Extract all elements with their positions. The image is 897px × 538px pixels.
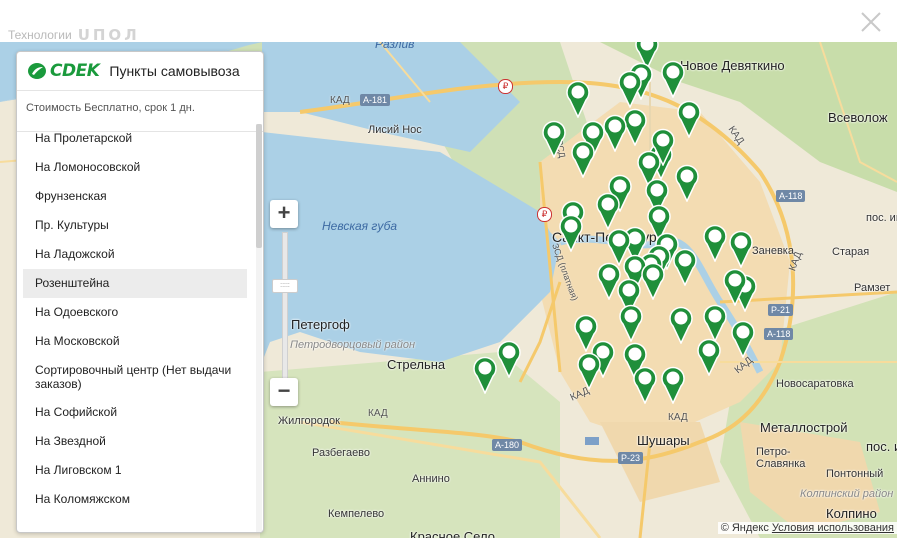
- map-label-annino: Аннино: [412, 473, 450, 485]
- pickup-point-pin-icon[interactable]: [496, 340, 522, 378]
- zoom-slider-handle[interactable]: :::::: [272, 278, 298, 293]
- pickup-point-item[interactable]: На Ладожской: [23, 240, 247, 269]
- panel-header: CDEK Пункты самовывоза: [17, 52, 263, 91]
- map-label-petro-slavyanka: Петро- Славянка: [756, 446, 806, 470]
- cdek-logo: CDEK: [27, 61, 100, 81]
- map-attribution: © Яндекс Условия использования: [717, 522, 897, 534]
- pickup-point-item[interactable]: Розенштейна: [23, 269, 247, 298]
- map-label-shushary: Шушары: [637, 433, 690, 448]
- map-label-novosaratovka: Новосаратовка: [776, 378, 854, 390]
- pickup-point-pin-icon[interactable]: [617, 70, 643, 108]
- pickup-point-pin-icon[interactable]: [676, 100, 702, 138]
- map-label-krasnoe-selo: Красное Село: [410, 529, 495, 538]
- map-label-zhilgorodok: Жилгородок: [278, 415, 340, 427]
- attribution-text: © Яндекс: [720, 522, 769, 534]
- map-label-metallostroy: Металлострой: [760, 420, 848, 435]
- road-shield: А-181: [360, 94, 391, 106]
- map-label-vsevolozhsk: Всеволож: [828, 110, 888, 125]
- pickup-point-item[interactable]: Пр. Культуры: [23, 211, 247, 240]
- pickup-point-pin-icon[interactable]: [632, 366, 658, 404]
- payment-point-icon: ₽: [498, 79, 513, 94]
- pickup-point-pin-icon[interactable]: [606, 228, 632, 266]
- pickup-point-pin-icon[interactable]: [702, 224, 728, 262]
- map-label-zanevka: Заневка: [752, 245, 794, 257]
- pickup-point-pin-icon[interactable]: [565, 80, 591, 118]
- pickup-point-pin-icon[interactable]: [702, 304, 728, 342]
- pickup-point-pin-icon[interactable]: [618, 304, 644, 342]
- cdek-leaf-icon: [28, 63, 46, 79]
- kad-label: КАД: [668, 412, 688, 423]
- list-scrollbar-thumb[interactable]: [256, 124, 262, 248]
- map-label-pos-im2: пос. им.: [866, 439, 897, 454]
- road-shield: А-118: [764, 328, 794, 340]
- map-label-razbegaevo: Разбегаево: [312, 447, 371, 459]
- road-shield: Р-23: [618, 452, 644, 464]
- pickup-point-item[interactable]: Фрунзенская: [23, 182, 247, 211]
- pickup-point-pin-icon[interactable]: [696, 338, 722, 376]
- map-label-razliv: Разлив: [375, 42, 415, 51]
- map-label-strelna: Стрельна: [387, 357, 446, 372]
- map-label-nevskaya-guba: Невская губа: [322, 219, 398, 233]
- map-label-kempelevo: Кемпелево: [328, 508, 385, 520]
- pickup-point-pin-icon[interactable]: [674, 164, 700, 202]
- payment-point-icon: ₽: [537, 207, 552, 222]
- pickup-point-item[interactable]: На Одоевского: [23, 298, 247, 327]
- pickup-points-panel: CDEK Пункты самовывоза Стоимость Бесплат…: [16, 51, 264, 533]
- zoom-out-button[interactable]: −: [270, 378, 298, 406]
- pickup-points-list[interactable]: На Пролетарской На Ломоносовской Фрунзенск…: [17, 124, 253, 532]
- pickup-point-pin-icon[interactable]: [472, 356, 498, 394]
- terms-link[interactable]: Условия использования: [772, 522, 894, 534]
- map-label-pontonniy: Понтонный: [826, 468, 884, 480]
- pickup-point-pin-icon[interactable]: [640, 262, 666, 300]
- map-label-lisiy-nos: Лисий Нос: [368, 124, 422, 136]
- pickup-point-item[interactable]: Сортировочный центр (Нет выдачи заказов): [23, 356, 247, 398]
- map-label-pos-im: пос. им: [866, 212, 897, 224]
- road-shield: Р-21: [768, 304, 794, 316]
- zoom-control: + ::::: −: [270, 200, 302, 406]
- cdek-wordmark: CDEK: [50, 61, 100, 81]
- map-label-petergof: Петергоф: [291, 317, 350, 332]
- pickup-point-item[interactable]: На Лиговском 1: [23, 456, 247, 485]
- map-label-kolpino: Колпино: [826, 506, 877, 521]
- map-label-novoe-devyatkino: Новое Девяткино: [680, 58, 785, 73]
- pickup-point-item[interactable]: На Пролетарской: [23, 124, 247, 153]
- pickup-point-pin-icon[interactable]: [650, 128, 676, 166]
- pickup-point-pin-icon[interactable]: [595, 192, 621, 230]
- pickup-point-pin-icon[interactable]: [570, 140, 596, 178]
- kad-label: КАД: [368, 408, 388, 419]
- pickup-point-pin-icon[interactable]: [730, 320, 756, 358]
- panel-title: Пункты самовывоза: [109, 63, 240, 79]
- pickup-point-pin-icon[interactable]: [672, 248, 698, 286]
- pickup-point-pin-icon[interactable]: [541, 120, 567, 158]
- pickup-point-pin-icon[interactable]: [558, 214, 584, 252]
- pickup-point-item[interactable]: На Московской: [23, 327, 247, 356]
- pickup-point-pin-icon[interactable]: [728, 230, 754, 268]
- map-label-staraya: Старая: [832, 246, 870, 258]
- map-label-kolpinskiy: Колпинский район: [800, 488, 894, 500]
- pickup-point-pin-icon[interactable]: [576, 352, 602, 390]
- pickup-point-item[interactable]: На Коломяжском: [23, 485, 247, 514]
- pickup-point-pin-icon[interactable]: [602, 114, 628, 152]
- map-label-ramzet: Рамзет: [854, 282, 891, 294]
- pickup-point-pin-icon[interactable]: [722, 268, 748, 306]
- pickup-point-pin-icon[interactable]: [668, 306, 694, 344]
- map-label-petrodvortsoviy: Петродворцовый район: [290, 339, 415, 351]
- pickup-point-item[interactable]: На Звездной: [23, 427, 247, 456]
- kad-label: КАД: [330, 95, 350, 106]
- list-scrollbar[interactable]: [256, 124, 262, 532]
- pickup-point-pin-icon[interactable]: [660, 60, 686, 98]
- close-icon[interactable]: [859, 10, 883, 34]
- pickup-point-item[interactable]: На Софийской: [23, 398, 247, 427]
- road-shield: А-180: [492, 439, 523, 451]
- powered-by-text: Технологии: [8, 28, 72, 42]
- pickup-point-pin-icon[interactable]: [660, 366, 686, 404]
- pickup-point-item[interactable]: На Ломоносовской: [23, 153, 247, 182]
- road-shield: А-118: [776, 190, 806, 202]
- zoom-in-button[interactable]: +: [270, 200, 298, 228]
- zoom-slider-track[interactable]: [282, 232, 288, 380]
